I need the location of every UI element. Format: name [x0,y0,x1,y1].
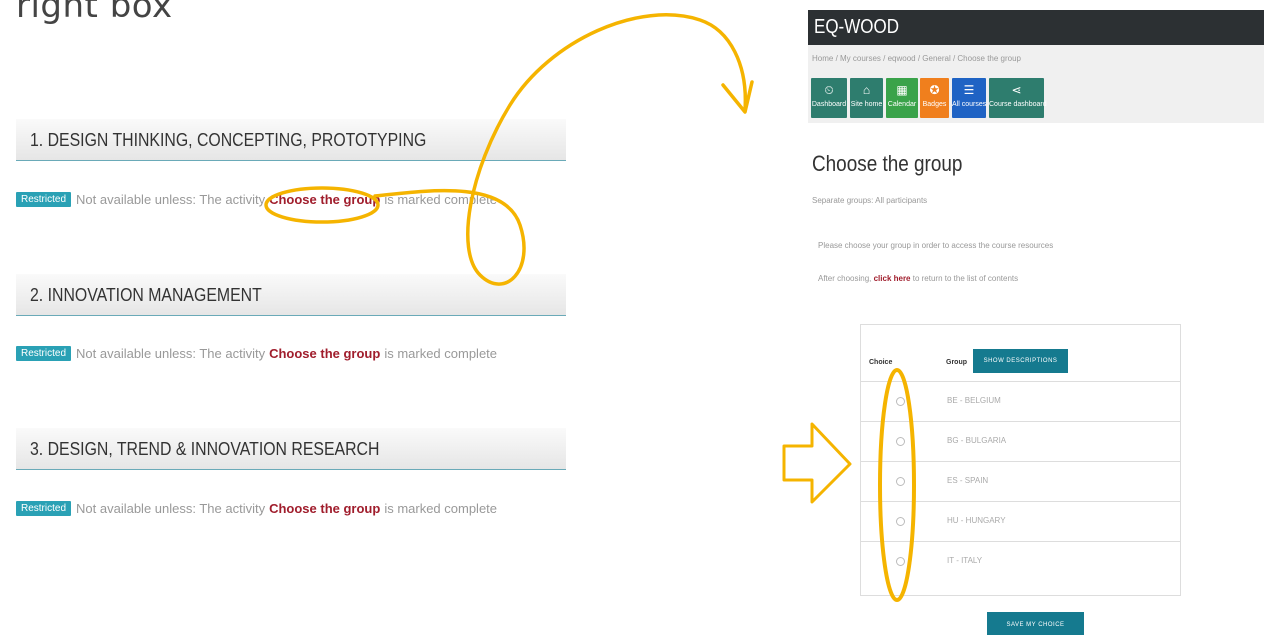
nav-label: Badges [922,101,947,108]
group-label: BG - BULGARIA [947,436,1007,445]
restriction-text: Not available unless: The activity [76,500,266,516]
group-label: IT - ITALY [947,556,983,565]
section-title: 3. DESIGN, TREND & INNOVATION RESEARCH [30,439,380,459]
site-title[interactable]: EQ-WOOD [814,16,899,39]
restriction-text-end: is marked complete [384,191,498,207]
section-header-2[interactable]: 2. INNOVATION MANAGEMENT [16,274,566,316]
restriction-text: Not available unless: The activity [76,191,266,207]
choose-group-link[interactable]: Choose the group [269,346,380,361]
arrow-head [721,80,754,114]
page-title: Choose the group [812,151,963,176]
breadcrumb[interactable]: Home / My courses / eqwood / General / C… [812,54,1021,63]
restriction-text-end: is marked complete [384,500,498,516]
nav-label: Calendar [887,101,917,108]
section-title: 1. DESIGN THINKING, CONCEPTING, PROTOTYP… [30,130,427,150]
show-descriptions-button[interactable]: SHOW DESCRIPTIONS [973,349,1068,373]
choose-group-link[interactable]: Choose the group [269,192,380,207]
group-mode-text: Separate groups: All participants [812,196,928,205]
return-text-start: After choosing, [818,274,874,283]
radio-button[interactable] [896,477,905,486]
dashboard-icon: ⏲ [824,83,834,97]
restricted-badge: Restricted [16,500,72,516]
column-header-group: Group [946,359,967,366]
restriction-notice-3: Restricted Not available unless: The act… [16,499,497,517]
section-header-3[interactable]: 3. DESIGN, TREND & INNOVATION RESEARCH [16,428,566,470]
table-row[interactable]: IT - ITALY [861,541,1180,581]
intro-text: Please choose your group in order to acc… [818,241,1054,250]
calendar-icon: ▦ [896,83,908,97]
section-title: 2. INNOVATION MANAGEMENT [30,285,262,305]
return-instructions: After choosing, click here to return to … [818,274,1018,283]
nav-button-dashboard[interactable]: ⏲ Dashboard [811,78,847,118]
nav-button-all-courses[interactable]: ☰ All courses [952,78,986,118]
nav-button-site-home[interactable]: ⌂ Site home [850,78,883,118]
restriction-text-end: is marked complete [384,345,498,361]
restriction-notice-1: Restricted Not available unless: The act… [16,190,497,208]
radio-button[interactable] [896,517,905,526]
nav-button-calendar[interactable]: ▦ Calendar [886,78,918,118]
group-label: HU - HUNGARY [947,516,1006,525]
site-header: EQ-WOOD [808,10,1264,45]
share-icon: ⋖ [1011,83,1022,97]
group-choice-table: Choice Group SHOW DESCRIPTIONS BE - BELG… [860,324,1181,596]
choose-group-link[interactable]: Choose the group [269,501,380,516]
restriction-text: Not available unless: The activity [76,345,266,361]
radio-button[interactable] [896,397,905,406]
breadcrumb-bar: Home / My courses / eqwood / General / C… [808,45,1264,75]
nav-label: Dashboard [811,101,847,108]
table-row[interactable]: BE - BELGIUM [861,381,1180,421]
group-label: BE - BELGIUM [947,396,1001,405]
nav-label: All courses [952,101,987,108]
radio-button[interactable] [896,437,905,446]
table-row[interactable]: ES - SPAIN [861,461,1180,501]
table-row[interactable]: HU - HUNGARY [861,501,1180,541]
return-text-end: to return to the list of contents [910,274,1019,283]
home-icon: ⌂ [862,83,871,97]
column-header-choice: Choice [869,359,893,366]
group-label: ES - SPAIN [947,476,989,485]
nav-label: Site home [850,101,883,108]
save-choice-button[interactable]: SAVE MY CHOICE [987,612,1084,635]
table-row[interactable]: BG - BULGARIA [861,421,1180,461]
nav-label: Course dashboard [989,101,1047,108]
restriction-notice-2: Restricted Not available unless: The act… [16,344,497,362]
slide-heading: right box [16,0,173,26]
nav-button-badges[interactable]: ✪ Badges [920,78,949,118]
radio-button[interactable] [896,557,905,566]
nav-toolbar: ⏲ Dashboard ⌂ Site home ▦ Calendar ✪ Bad… [808,75,1264,123]
restricted-badge: Restricted [16,191,72,207]
pointer-arrow [782,422,852,504]
nav-button-course-dashboard[interactable]: ⋖ Course dashboard [989,78,1047,118]
restricted-badge: Restricted [16,345,72,361]
click-here-link[interactable]: click here [874,274,911,283]
courses-icon: ☰ [963,83,975,97]
badge-icon: ✪ [929,83,940,97]
section-header-1[interactable]: 1. DESIGN THINKING, CONCEPTING, PROTOTYP… [16,119,566,161]
